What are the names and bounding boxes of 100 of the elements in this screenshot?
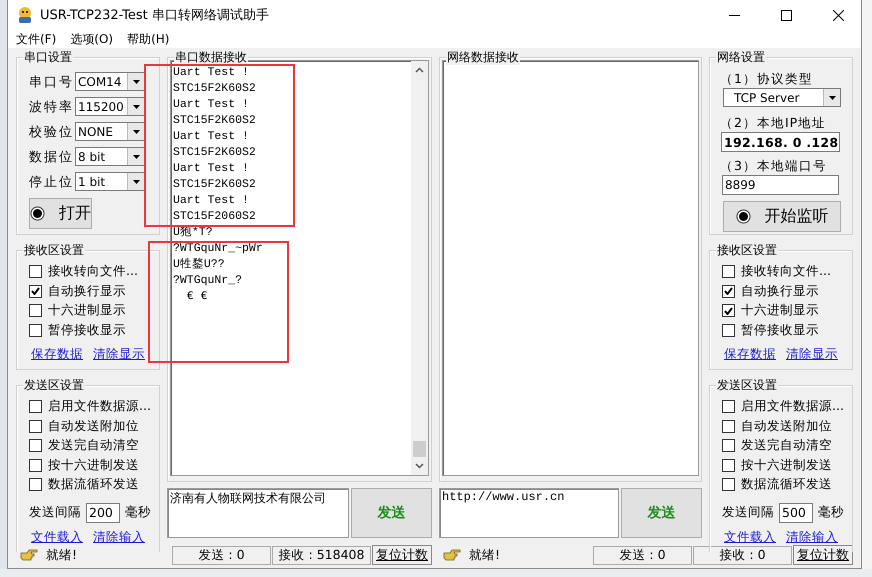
window-title: USR-TCP232-Test 串口转网络调试助手 bbox=[40, 7, 270, 24]
dropdown[interactable]: TCP Server bbox=[723, 88, 841, 107]
port-field[interactable]: 8899 bbox=[722, 175, 839, 195]
scrollbar-thumb[interactable] bbox=[413, 441, 426, 457]
pointing-hand-icon bbox=[20, 549, 38, 561]
action-link[interactable]: 文件载入 bbox=[31, 528, 83, 546]
maximize-icon bbox=[780, 10, 792, 20]
reset-count-button[interactable]: 复位计数 bbox=[793, 545, 853, 565]
received-line: Uart Test ! bbox=[173, 129, 250, 145]
field-label: （3）本地端口号 bbox=[720, 158, 828, 175]
checkbox[interactable] bbox=[29, 284, 42, 298]
checkbox[interactable] bbox=[722, 265, 735, 278]
menu-item[interactable]: 帮助(H) bbox=[127, 30, 170, 48]
status-message: 就绪! bbox=[469, 546, 500, 564]
checkbox-label[interactable]: 发送完自动清空 bbox=[741, 437, 832, 454]
unit-label: 毫秒 bbox=[818, 504, 844, 521]
checkbox-label[interactable]: 自动换行显示 bbox=[741, 282, 819, 300]
checkbox[interactable] bbox=[722, 478, 735, 492]
dropdown-arrow-icon bbox=[132, 130, 140, 134]
received-line: STC15F2K60S2 bbox=[173, 113, 257, 129]
checkbox[interactable] bbox=[722, 400, 735, 414]
dropdown-arrow-icon bbox=[132, 104, 140, 108]
action-link[interactable]: 清除输入 bbox=[93, 528, 145, 546]
dropdown[interactable]: NONE bbox=[75, 122, 145, 141]
open-button[interactable]: 打开 bbox=[29, 198, 92, 229]
group-title: 网络数据接收 bbox=[447, 50, 519, 64]
checkbox[interactable] bbox=[29, 439, 42, 452]
chevron-down-icon bbox=[415, 463, 424, 469]
interval-label: 发送间隔 bbox=[29, 504, 81, 521]
checkbox[interactable] bbox=[722, 304, 735, 318]
checkbox-label[interactable]: 按十六进制发送 bbox=[48, 456, 139, 474]
checkbox-label[interactable]: 接收转向文件... bbox=[48, 263, 138, 280]
checkbox-label[interactable]: 十六进制显示 bbox=[48, 302, 126, 320]
checkbox[interactable] bbox=[29, 265, 42, 278]
action-link[interactable]: 清除输入 bbox=[786, 528, 838, 546]
received-line: Uart Test ! bbox=[173, 193, 250, 209]
dropdown[interactable]: 115200 bbox=[75, 97, 145, 116]
checkbox-label[interactable]: 自动发送附加位 bbox=[48, 418, 139, 435]
received-line: STC15F2K60S2 bbox=[173, 177, 257, 193]
send-input[interactable]: http://www.usr.cn bbox=[439, 488, 619, 538]
checkbox-label[interactable]: 发送完自动清空 bbox=[48, 437, 139, 454]
checkbox-label[interactable]: 接收转向文件... bbox=[741, 263, 831, 280]
action-link[interactable]: 清除显示 bbox=[786, 346, 838, 363]
checkbox-label[interactable]: 暂停接收显示 bbox=[48, 322, 126, 339]
group-title: 串口数据接收 bbox=[175, 50, 247, 64]
field-label: （2）本地IP地址 bbox=[720, 115, 828, 132]
reset-count-button[interactable]: 复位计数 bbox=[372, 545, 432, 565]
app-icon bbox=[16, 6, 34, 24]
checkbox[interactable] bbox=[722, 324, 735, 337]
received-line: U狍*T? bbox=[173, 225, 214, 241]
checkbox[interactable] bbox=[29, 420, 42, 433]
dropdown-arrow-icon bbox=[132, 80, 140, 84]
minimize-icon bbox=[728, 14, 740, 16]
field-label: （1）协议类型 bbox=[720, 71, 814, 88]
received-line: STC15F2060S2 bbox=[173, 209, 257, 225]
checkbox-label[interactable]: 暂停接收显示 bbox=[741, 322, 819, 339]
received-line: Uart Test ! bbox=[173, 97, 250, 113]
menu-item[interactable]: 文件(F) bbox=[16, 30, 56, 48]
dropdown-arrow-icon bbox=[132, 180, 140, 184]
dropdown[interactable]: 8 bit bbox=[75, 147, 145, 166]
field-label: 串口号 bbox=[29, 74, 75, 90]
action-link[interactable]: 清除显示 bbox=[93, 346, 145, 363]
checkbox[interactable] bbox=[29, 458, 42, 472]
dropdown[interactable]: 1 bit bbox=[75, 172, 145, 191]
dropdown-arrow-icon bbox=[132, 154, 140, 158]
close-icon bbox=[832, 10, 844, 20]
checkbox-label[interactable]: 十六进制显示 bbox=[741, 302, 819, 320]
action-link[interactable]: 文件载入 bbox=[724, 528, 776, 546]
checkbox[interactable] bbox=[29, 324, 42, 337]
checkbox-label[interactable]: 数据流循环发送 bbox=[741, 476, 832, 494]
send-input[interactable]: 济南有人物联网技术有限公司 bbox=[167, 488, 349, 538]
dropdown[interactable]: COM14 bbox=[75, 72, 145, 91]
checkbox[interactable] bbox=[722, 439, 735, 452]
dropdown-arrow-icon bbox=[828, 96, 836, 100]
menu-item[interactable]: 选项(O) bbox=[70, 30, 114, 48]
action-link[interactable]: 保存数据 bbox=[31, 346, 83, 363]
checkbox-label[interactable]: 启用文件数据源... bbox=[741, 398, 844, 416]
checkbox[interactable] bbox=[29, 400, 42, 414]
checkbox-label[interactable]: 自动换行显示 bbox=[48, 282, 126, 300]
action-link[interactable]: 保存数据 bbox=[724, 346, 776, 363]
interval-field[interactable]: 500 bbox=[779, 502, 813, 522]
checkbox-label[interactable]: 数据流循环发送 bbox=[48, 476, 139, 494]
ip-address-field[interactable]: 192.168. 0 .128 bbox=[721, 132, 840, 152]
received-line: STC15F2K60S2 bbox=[173, 81, 257, 97]
received-line: U牲鍪U?? bbox=[173, 257, 226, 273]
checkbox[interactable] bbox=[722, 458, 735, 472]
field-label: 停止位 bbox=[29, 174, 75, 190]
field-label: 波特率 bbox=[29, 98, 75, 116]
checkbox-label[interactable]: 按十六进制发送 bbox=[741, 456, 832, 474]
group-title: 接收区设置 bbox=[24, 243, 84, 257]
checkbox[interactable] bbox=[29, 304, 42, 318]
listen-button[interactable]: 开始监听 bbox=[723, 201, 841, 232]
checkbox-label[interactable]: 启用文件数据源... bbox=[48, 398, 151, 416]
checkbox[interactable] bbox=[722, 420, 735, 433]
scrollbar[interactable] bbox=[411, 61, 428, 475]
checkbox-label[interactable]: 自动发送附加位 bbox=[741, 418, 832, 435]
group-title: 接收区设置 bbox=[717, 243, 777, 257]
checkbox[interactable] bbox=[722, 284, 735, 298]
checkbox[interactable] bbox=[29, 478, 42, 492]
interval-field[interactable]: 200 bbox=[86, 502, 120, 522]
